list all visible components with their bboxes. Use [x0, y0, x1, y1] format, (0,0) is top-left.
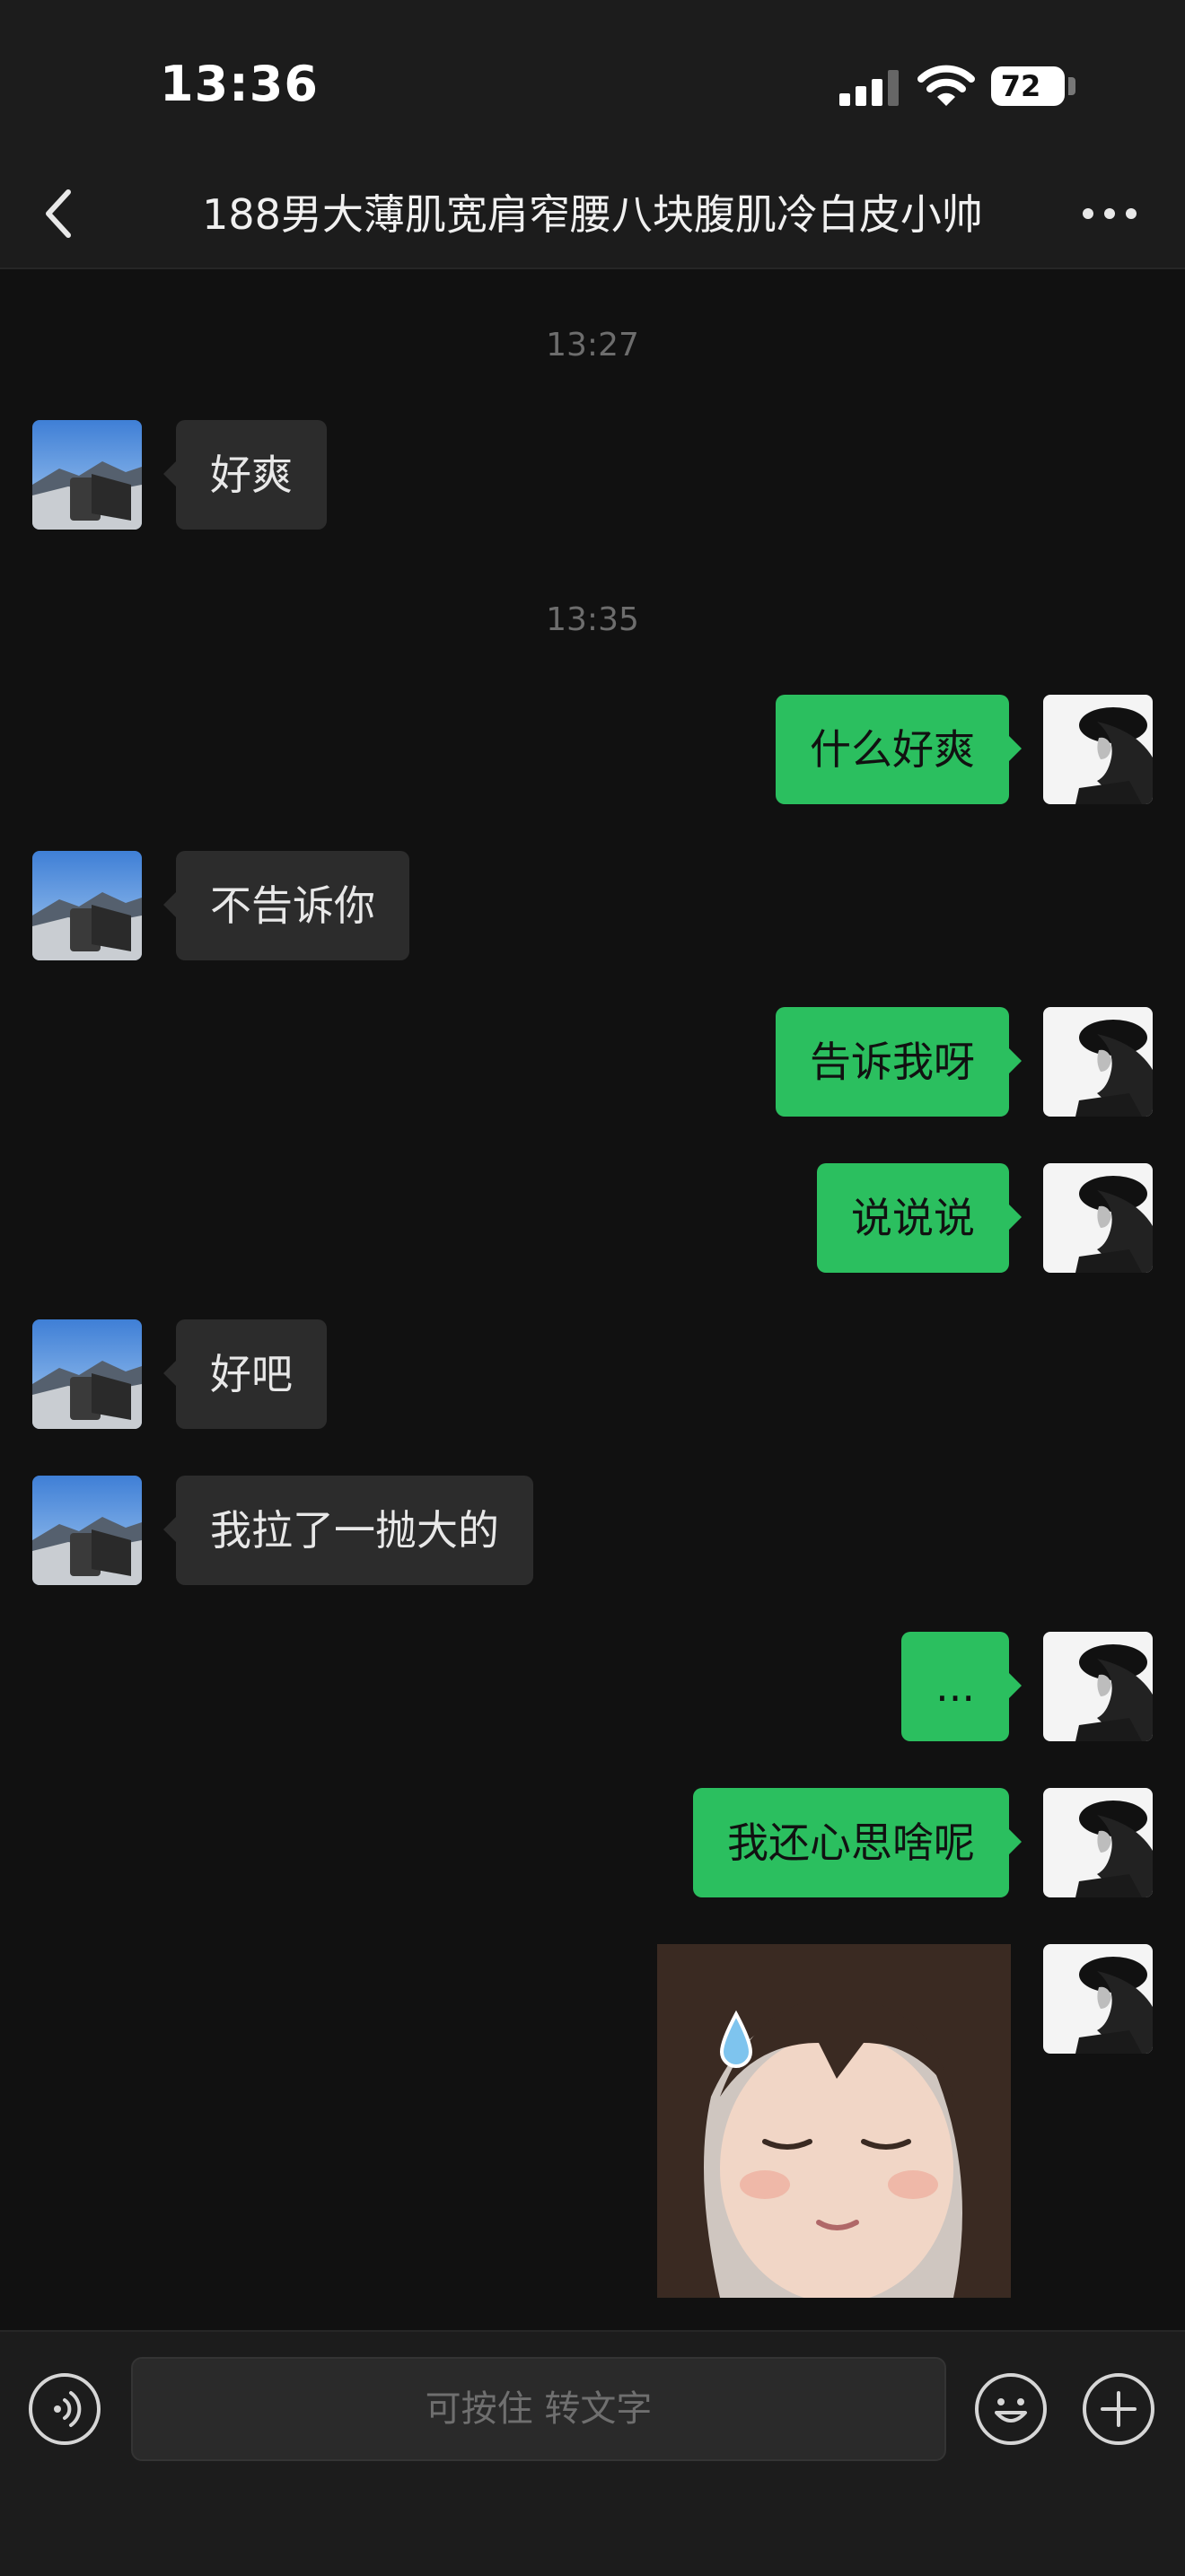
chat-header: 188男大薄肌宽肩窄腰八块腹肌冷白皮小帅: [0, 162, 1185, 269]
outgoing-message-bubble[interactable]: 告诉我呀: [776, 1007, 1022, 1117]
status-time: 13:36: [160, 56, 319, 112]
incoming-message-bubble[interactable]: 好吧: [163, 1319, 327, 1429]
battery-icon: 72: [991, 66, 1065, 106]
smiley-icon: [995, 2398, 1027, 2423]
my-avatar[interactable]: [1043, 695, 1153, 804]
my-avatar[interactable]: [1043, 1632, 1153, 1741]
status-bar: 13:36 72: [0, 0, 1185, 162]
timestamp: 13:35: [546, 601, 639, 638]
outgoing-message-bubble[interactable]: 我还心思啥呢: [693, 1788, 1022, 1897]
my-avatar[interactable]: [1043, 1788, 1153, 1897]
incoming-message-bubble[interactable]: 我拉了一抛大的: [163, 1476, 533, 1585]
battery-level: 72: [1000, 69, 1041, 103]
more-options-icon[interactable]: [1074, 185, 1146, 242]
chat-title: 188男大薄肌宽肩窄腰八块腹肌冷白皮小帅: [202, 190, 983, 239]
input-bar: 可按住 转文字: [0, 2330, 1185, 2576]
wifi-icon: [917, 65, 975, 106]
timestamp: 13:27: [546, 327, 639, 364]
my-avatar[interactable]: [1043, 1007, 1153, 1117]
emoji-button[interactable]: [975, 2373, 1047, 2445]
my-avatar[interactable]: [1043, 1163, 1153, 1273]
voice-icon: [54, 2391, 82, 2427]
outgoing-message-bubble[interactable]: 说说说: [817, 1163, 1022, 1273]
plus-icon: [1101, 2391, 1137, 2427]
message-input[interactable]: 可按住 转文字: [131, 2357, 946, 2461]
contact-avatar[interactable]: [32, 851, 142, 960]
sticker-image[interactable]: [657, 1944, 1011, 2298]
contact-avatar[interactable]: [32, 1319, 142, 1429]
voice-input-button[interactable]: [29, 2373, 101, 2445]
outgoing-message-bubble[interactable]: ...: [901, 1632, 1022, 1741]
contact-avatar[interactable]: [32, 1476, 142, 1585]
my-avatar[interactable]: [1043, 1944, 1153, 2054]
battery-tip: [1068, 77, 1075, 95]
cellular-signal-icon: [839, 70, 899, 106]
contact-avatar[interactable]: [32, 420, 142, 530]
incoming-message-bubble[interactable]: 好爽: [163, 420, 327, 530]
more-functions-button[interactable]: [1083, 2373, 1154, 2445]
outgoing-message-bubble[interactable]: 什么好爽: [776, 695, 1022, 804]
incoming-message-bubble[interactable]: 不告诉你: [163, 851, 409, 960]
back-arrow-icon[interactable]: [32, 181, 86, 246]
